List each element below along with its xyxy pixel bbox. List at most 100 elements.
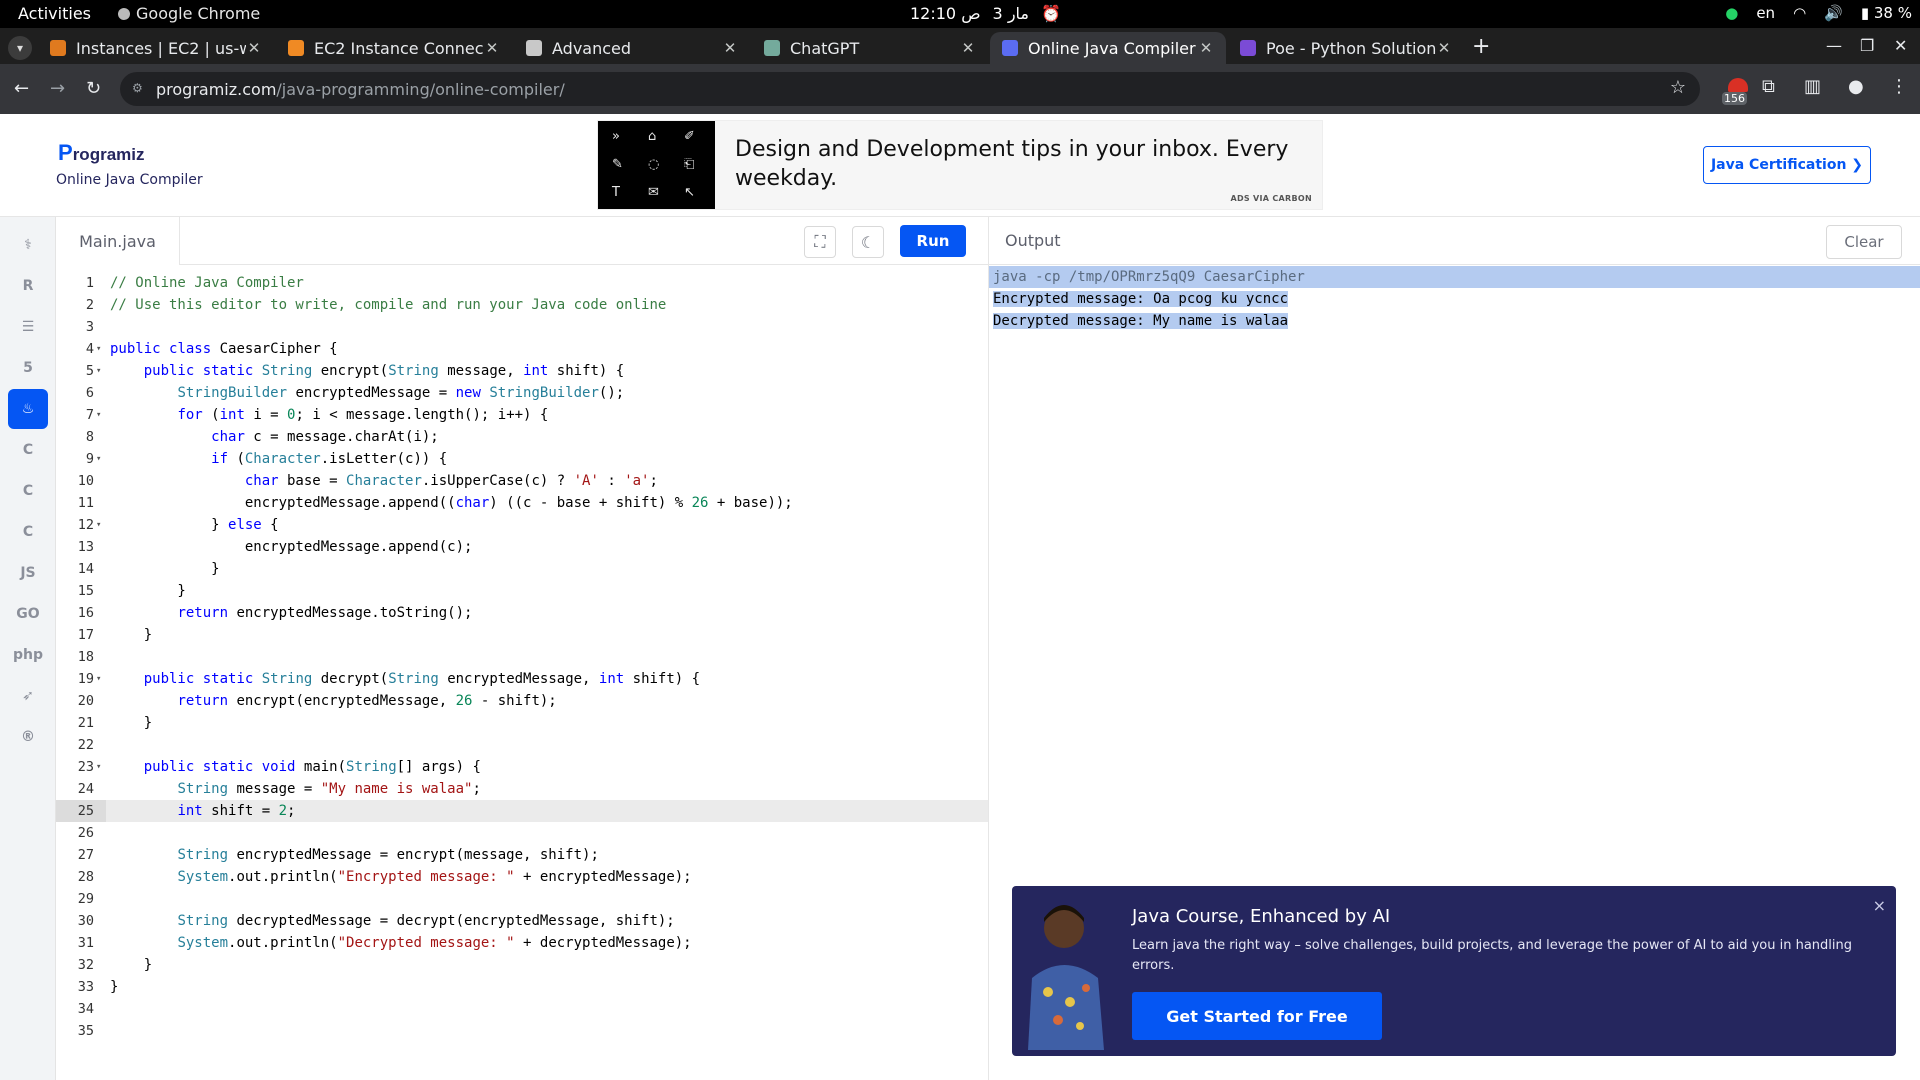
language-java-icon[interactable]: ♨ <box>8 389 48 429</box>
java-certification-button[interactable]: Java Certification ❯ <box>1703 146 1871 184</box>
language-js-icon[interactable]: JS <box>8 553 48 593</box>
tab-close-icon[interactable]: ✕ <box>722 39 738 57</box>
code-line[interactable]: 7 ▾ for (int i = 0; i < message.length();… <box>56 404 988 426</box>
code-line[interactable]: 4 ▾ public class CaesarCipher { <box>56 338 988 360</box>
code-line[interactable]: 3 <box>56 316 988 338</box>
code-line[interactable]: 25 int shift = 2; <box>56 800 988 822</box>
new-tab-button[interactable]: + <box>1472 34 1490 59</box>
language-r-icon[interactable]: R <box>8 266 48 306</box>
code-line[interactable]: 1 // Online Java Compiler <box>56 272 988 294</box>
code-line[interactable]: 18 <box>56 646 988 668</box>
ad-label[interactable]: ADS VIA CARBON <box>1230 194 1312 203</box>
code-line[interactable]: 23 ▾ public static void main(String[] arg… <box>56 756 988 778</box>
code-line[interactable]: 17 } <box>56 624 988 646</box>
language-c-icon[interactable]: C <box>8 430 48 470</box>
bookmark-star-icon[interactable]: ☆ <box>1670 77 1686 98</box>
code-line[interactable]: 35 <box>56 1020 988 1042</box>
code-line[interactable]: 29 <box>56 888 988 910</box>
code-line[interactable]: 30 String decryptedMessage = decrypt(enc… <box>56 910 988 932</box>
code-line[interactable]: 9 ▾ if (Character.isLetter(c)) { <box>56 448 988 470</box>
fold-arrow-icon[interactable]: ▾ <box>96 448 101 470</box>
code-line[interactable]: 22 <box>56 734 988 756</box>
tab-close-icon[interactable]: ✕ <box>960 39 976 57</box>
code-line[interactable]: 34 <box>56 998 988 1020</box>
chrome-menu-icon[interactable]: ⋮ <box>1890 76 1908 97</box>
language-rust-icon[interactable]: ® <box>8 717 48 757</box>
activities-button[interactable]: Activities <box>18 4 91 23</box>
code-line[interactable]: 6 StringBuilder encryptedMessage = new S… <box>56 382 988 404</box>
code-line[interactable]: 13 encryptedMessage.append(c); <box>56 536 988 558</box>
code-line[interactable]: 19 ▾ public static String decrypt(String … <box>56 668 988 690</box>
code-line[interactable]: 2 // Use this editor to write, compile an… <box>56 294 988 316</box>
code-line[interactable]: 14 } <box>56 558 988 580</box>
code-line[interactable]: 16 return encryptedMessage.toString(); <box>56 602 988 624</box>
fold-arrow-icon[interactable]: ▾ <box>96 756 101 778</box>
clock[interactable]: 12:10 ص 3 مار ⏰ <box>910 4 1061 23</box>
code-editor[interactable]: 1 // Online Java Compiler 2 // Use this edi… <box>56 266 988 1080</box>
tab-close-icon[interactable]: ✕ <box>1198 39 1214 57</box>
forward-button[interactable]: → <box>50 78 65 99</box>
app-menu[interactable]: Google Chrome <box>118 4 260 23</box>
code-line[interactable]: 15 } <box>56 580 988 602</box>
browser-tab[interactable]: Poe - Python Solution ✕ <box>1228 32 1464 64</box>
system-tray[interactable]: ● en ◠ 🔊 ▮ 38 % <box>1725 4 1912 22</box>
tab-close-icon[interactable]: ✕ <box>1436 39 1452 57</box>
fold-arrow-icon[interactable]: ▾ <box>96 514 101 536</box>
code-line[interactable]: 24 String message = "My name is walaa"; <box>56 778 988 800</box>
language-php-icon[interactable]: php <box>8 635 48 675</box>
site-info-icon[interactable]: ⚙ <box>132 81 146 95</box>
close-icon[interactable]: × <box>1873 896 1886 915</box>
carbon-ad[interactable]: » ⌂ ✐ ✎ ◌ ⎗ T ✉ ↖ Design and Development tips … <box>597 120 1323 210</box>
browser-tab[interactable]: ChatGPT ✕ <box>752 32 988 64</box>
extension-badge[interactable]: 156 <box>1722 78 1752 105</box>
code-line[interactable]: 8 char c = message.charAt(i); <box>56 426 988 448</box>
language-python-icon[interactable]: ⚕ <box>8 225 48 265</box>
minimize-button[interactable]: — <box>1826 36 1842 55</box>
maximize-button[interactable]: ❐ <box>1860 36 1874 55</box>
browser-tab[interactable]: EC2 Instance Connect | u✕ <box>276 32 512 64</box>
reload-button[interactable]: ↻ <box>86 78 101 99</box>
language-swift-icon[interactable]: ➶ <box>8 676 48 716</box>
code-line[interactable]: 10 char base = Character.isUpperCase(c) … <box>56 470 988 492</box>
browser-tab[interactable]: Instances | EC2 | us-west✕ <box>38 32 274 64</box>
code-line[interactable]: 12 ▾ } else { <box>56 514 988 536</box>
code-line[interactable]: 21 } <box>56 712 988 734</box>
code-line[interactable]: 11 encryptedMessage.append((char) ((c - … <box>56 492 988 514</box>
tab-search-button[interactable]: ▾ <box>8 36 32 60</box>
code-line[interactable]: 20 return encrypt(encryptedMessage, 26 -… <box>56 690 988 712</box>
side-panel-icon[interactable]: ▥ <box>1804 76 1821 97</box>
code-line[interactable]: 33} <box>56 976 988 998</box>
code-line[interactable]: 31 System.out.println("Decrypted message… <box>56 932 988 954</box>
fold-arrow-icon[interactable]: ▾ <box>96 360 101 382</box>
language-html-icon[interactable]: 5 <box>8 348 48 388</box>
browser-tab[interactable]: Online Java Compiler ✕ <box>990 32 1226 64</box>
tab-close-icon[interactable]: ✕ <box>484 39 500 57</box>
fold-arrow-icon[interactable]: ▾ <box>96 338 101 360</box>
run-button[interactable]: Run <box>900 225 966 257</box>
output-console[interactable]: java -cp /tmp/OPRmrz5qQ9 CaesarCipher En… <box>989 266 1920 332</box>
browser-tab[interactable]: Advanced ✕ <box>514 32 750 64</box>
fold-arrow-icon[interactable]: ▾ <box>96 404 101 426</box>
fold-arrow-icon[interactable]: ▾ <box>96 668 101 690</box>
language-go-icon[interactable]: GO <box>8 594 48 634</box>
file-tab-main[interactable]: Main.java <box>56 217 180 265</box>
fullscreen-icon[interactable]: ⛶ <box>804 226 836 258</box>
language-sql-icon[interactable]: ☰ <box>8 307 48 347</box>
theme-toggle-icon[interactable]: ☾ <box>852 226 884 258</box>
extensions-icon[interactable]: ⧉ <box>1762 76 1775 97</box>
code-line[interactable]: 26 <box>56 822 988 844</box>
close-window-button[interactable]: ✕ <box>1894 36 1907 55</box>
tab-close-icon[interactable]: ✕ <box>246 39 262 57</box>
profile-avatar[interactable]: ● <box>1848 76 1864 97</box>
code-line[interactable]: 32 } <box>56 954 988 976</box>
clear-output-button[interactable]: Clear <box>1826 225 1902 259</box>
code-line[interactable]: 28 System.out.println("Encrypted message… <box>56 866 988 888</box>
code-line[interactable]: 5 ▾ public static String encrypt(String m… <box>56 360 988 382</box>
code-line[interactable]: 27 String encryptedMessage = encrypt(mes… <box>56 844 988 866</box>
back-button[interactable]: ← <box>14 78 29 99</box>
address-bar[interactable]: ⚙ programiz.com/java-programming/online-… <box>120 72 1700 106</box>
programiz-logo[interactable]: Programiz <box>58 140 144 166</box>
language-cpp-icon[interactable]: C <box>8 471 48 511</box>
pane-divider[interactable] <box>988 217 989 1080</box>
get-started-button[interactable]: Get Started for Free <box>1132 992 1382 1040</box>
